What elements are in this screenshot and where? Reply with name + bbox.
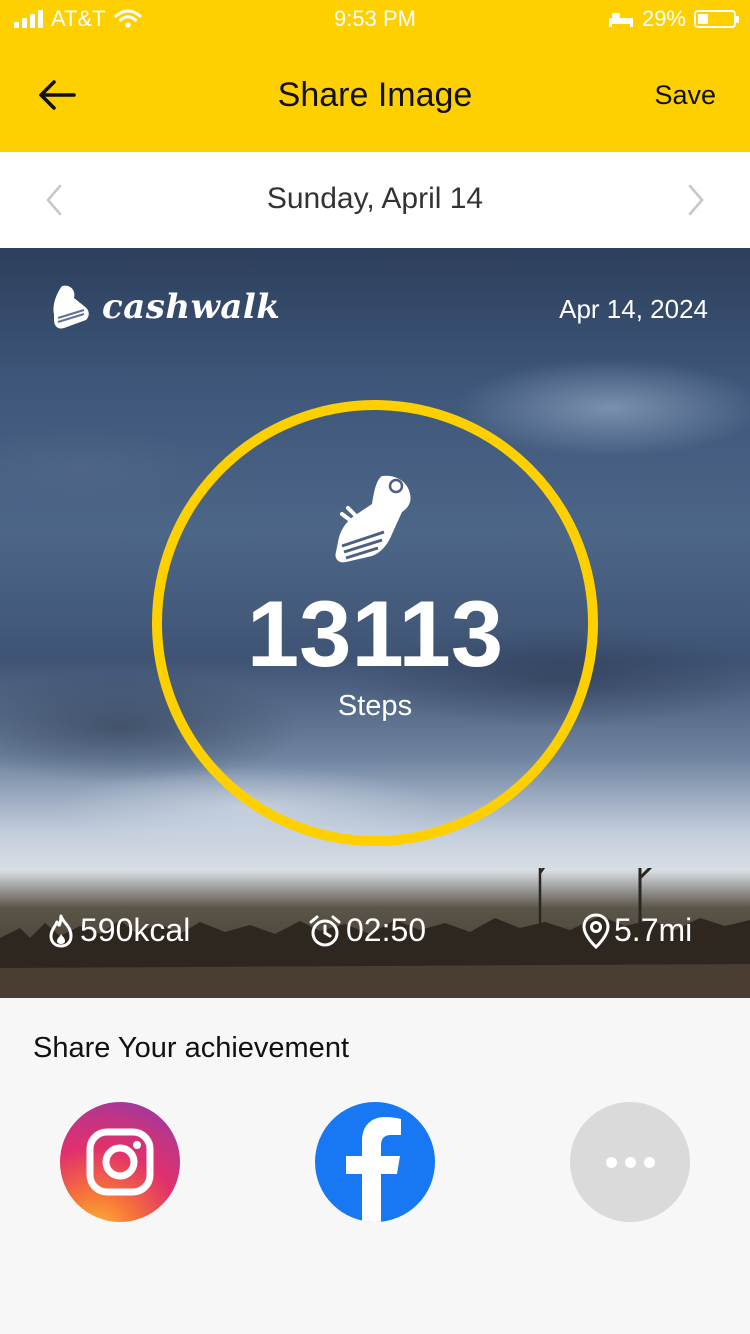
- battery-level: [698, 14, 708, 24]
- share-image-preview: cashwalk Apr 14, 2024 13113 Steps 590kca…: [0, 248, 750, 998]
- bed-icon: [608, 13, 633, 27]
- duration-stat: 02:50: [308, 912, 426, 949]
- flame-icon: [49, 914, 73, 947]
- date-navigator: Sunday, April 14: [0, 152, 750, 248]
- chevron-right-icon: [688, 184, 704, 216]
- battery-percent: 29%: [641, 6, 686, 31]
- status-bar: AT&T 9:53 PM 29%: [0, 0, 750, 40]
- top-bar: AT&T 9:53 PM 29% Share Image Save: [0, 0, 750, 152]
- location-pin-icon: [582, 912, 610, 949]
- more-share-button[interactable]: [570, 1102, 690, 1222]
- cashwalk-logo: cashwalk: [50, 284, 280, 330]
- alarm-clock-icon: [309, 915, 341, 946]
- more-dot-icon: [643, 1156, 655, 1168]
- next-date-button[interactable]: [676, 178, 716, 222]
- date-label: Sunday, April 14: [266, 182, 484, 215]
- steps-count: 13113: [246, 581, 504, 686]
- page-title: Share Image: [277, 76, 473, 114]
- save-button[interactable]: Save: [654, 80, 716, 111]
- header: Share Image Save: [0, 40, 750, 152]
- calories-value: 590kcal: [80, 912, 191, 948]
- calories-stat: 590kcal: [46, 912, 190, 949]
- distance-stat: 5.7mi: [582, 912, 692, 949]
- duration-value: 02:50: [346, 912, 427, 948]
- battery-icon: [694, 10, 739, 28]
- shoe-icon: [335, 475, 411, 563]
- more-dot-icon: [605, 1156, 617, 1168]
- photo-date: Apr 14, 2024: [559, 294, 708, 324]
- more-dot-icon: [624, 1156, 636, 1168]
- share-section: Share Your achievement: [0, 998, 750, 1334]
- facebook-icon: [346, 1117, 401, 1222]
- status-right: 29%: [608, 6, 739, 32]
- distance-value: 5.7mi: [614, 912, 693, 948]
- brand-name: cashwalk: [102, 287, 281, 327]
- instagram-share-button[interactable]: [60, 1102, 180, 1222]
- steps-label: Steps: [337, 690, 413, 722]
- shoe-logo-icon: [53, 285, 89, 329]
- facebook-share-button[interactable]: [315, 1102, 435, 1222]
- share-title: Share Your achievement: [33, 1032, 349, 1064]
- instagram-icon: [86, 1128, 154, 1196]
